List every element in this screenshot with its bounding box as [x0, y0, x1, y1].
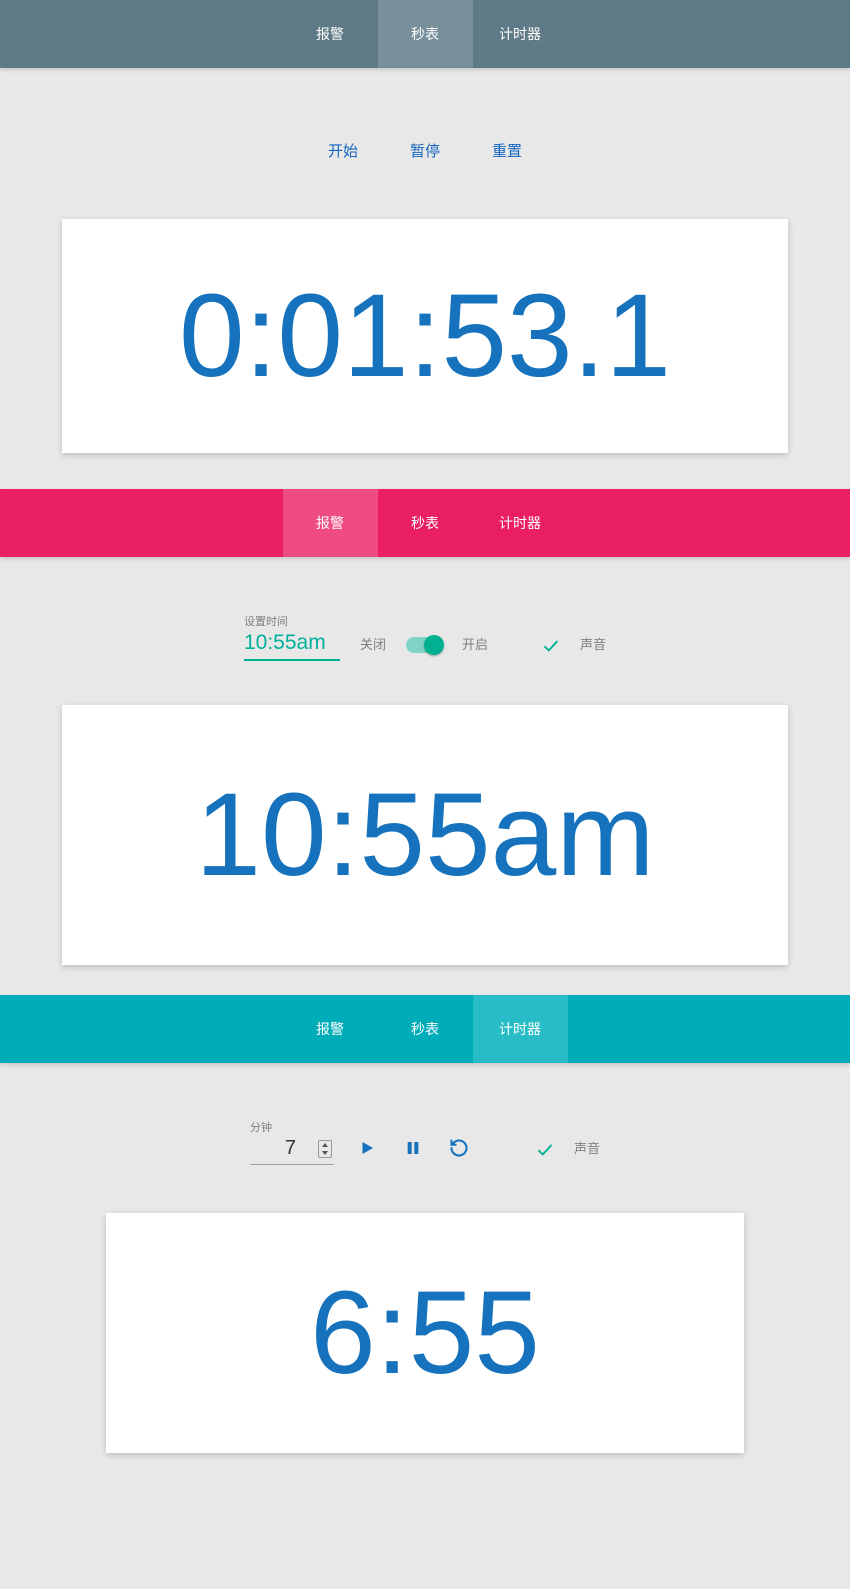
reset-icon [449, 1138, 469, 1158]
tab-stopwatch[interactable]: 秒表 [378, 0, 473, 68]
reset-button[interactable]: 重置 [492, 140, 522, 161]
alarm-display-card: 10:55am [62, 705, 788, 965]
tab-alarm[interactable]: 报警 [283, 995, 378, 1063]
check-icon [536, 1141, 554, 1159]
stopwatch-controls: 开始 暂停 重置 [0, 140, 850, 161]
tab-alarm[interactable]: 报警 [283, 489, 378, 557]
tab-timer[interactable]: 计时器 [473, 0, 568, 68]
switch-off-label: 关闭 [360, 634, 386, 661]
check-icon [542, 637, 560, 655]
play-icon [358, 1139, 376, 1157]
minutes-stepper[interactable] [318, 1140, 332, 1158]
timer-controls: 分钟 7 声音 [0, 1119, 850, 1165]
tab-timer[interactable]: 计时器 [473, 489, 568, 557]
minutes-label: 分钟 [250, 1119, 334, 1135]
reset-button[interactable] [446, 1135, 472, 1161]
alarm-time-label: 设置时间 [244, 613, 340, 629]
tab-stopwatch[interactable]: 秒表 [378, 995, 473, 1063]
play-button[interactable] [354, 1135, 380, 1161]
stopwatch-display-card: 0:01:53.1 [62, 219, 788, 453]
alarm-enable-switch[interactable] [406, 637, 442, 653]
tab-alarm[interactable]: 报警 [283, 0, 378, 68]
pause-button[interactable] [400, 1135, 426, 1161]
minutes-field[interactable]: 分钟 7 [250, 1119, 334, 1165]
start-button[interactable]: 开始 [328, 140, 358, 161]
tabbar-stopwatch: 报警 秒表 计时器 [0, 0, 850, 68]
pause-button[interactable]: 暂停 [410, 140, 440, 161]
alarm-time-field[interactable]: 设置时间 10:55am [244, 613, 340, 661]
alarm-time-value: 10:55am [244, 629, 340, 659]
tab-timer[interactable]: 计时器 [473, 995, 568, 1063]
tab-stopwatch[interactable]: 秒表 [378, 489, 473, 557]
pause-icon [405, 1139, 421, 1157]
switch-on-label: 开启 [462, 634, 488, 661]
minutes-value: 7 [252, 1137, 318, 1160]
tabbar-alarm: 报警 秒表 计时器 [0, 489, 850, 557]
alarm-big-time: 10:55am [195, 776, 654, 894]
stopwatch-time: 0:01:53.1 [179, 277, 671, 395]
sound-checkbox-label[interactable]: 声音 [580, 634, 606, 661]
timer-big-time: 6:55 [310, 1274, 540, 1392]
sound-checkbox-label[interactable]: 声音 [574, 1138, 600, 1165]
tabbar-timer: 报警 秒表 计时器 [0, 995, 850, 1063]
timer-display-card: 6:55 [106, 1213, 744, 1453]
alarm-controls: 设置时间 10:55am 关闭 开启 声音 [0, 613, 850, 661]
